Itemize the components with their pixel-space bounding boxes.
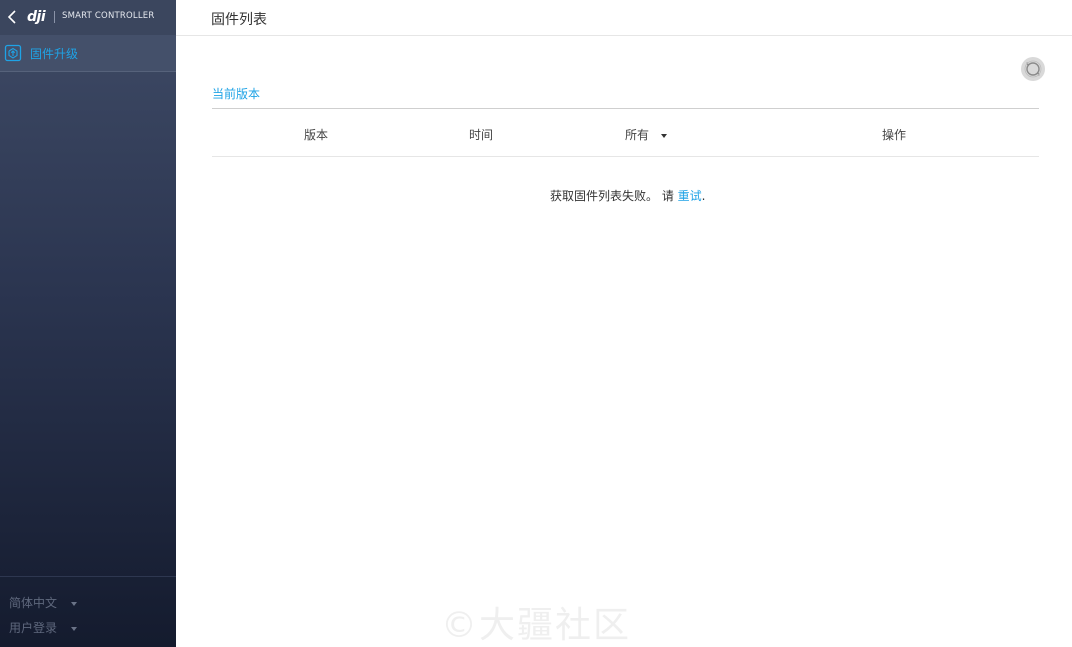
language-select-label: 简体中文: [9, 596, 58, 610]
column-header-version: 版本: [304, 128, 329, 142]
sidebar-item-firmware-upgrade[interactable]: 固件升级: [0, 35, 176, 72]
caret-down-icon: [661, 133, 668, 138]
dji-logo: dji: [27, 9, 46, 25]
language-select[interactable]: 简体中文: [9, 594, 78, 611]
load-error-text: 获取固件列表失败。 请: [550, 189, 678, 203]
sidebar: dji SMART CONTROLLER 固件升级 简体中文 用户登录: [0, 0, 176, 647]
main-content: 固件列表 当前版本 版本 时间 所有 操作 获取固件列表失败。 请 重试. ©大…: [176, 0, 1072, 647]
caret-down-icon: [71, 601, 78, 606]
user-login-select[interactable]: 用户登录: [9, 619, 78, 636]
sidebar-footer: 简体中文 用户登录: [0, 576, 176, 647]
column-filter-all[interactable]: 所有: [625, 126, 668, 143]
back-arrow-icon[interactable]: [6, 9, 18, 25]
user-login-label: 用户登录: [9, 621, 58, 635]
sidebar-header: dji SMART CONTROLLER: [0, 0, 176, 35]
filter-label: 所有: [625, 128, 650, 142]
firmware-box-icon: [4, 44, 22, 62]
retry-link[interactable]: 重试: [678, 189, 702, 203]
logo-divider: [54, 11, 55, 23]
column-header-time: 时间: [469, 128, 494, 142]
column-header-action: 操作: [882, 128, 907, 142]
caret-down-icon: [71, 626, 78, 631]
sidebar-item-label: 固件升级: [30, 47, 79, 61]
watermark: ©大疆社区: [441, 605, 632, 646]
product-name: SMART CONTROLLER: [62, 11, 155, 21]
load-error-suffix: .: [701, 189, 706, 203]
load-error-message: 获取固件列表失败。 请 重试.: [550, 187, 705, 204]
top-bar: 固件列表: [176, 0, 1072, 36]
refresh-icon: [1024, 60, 1042, 78]
current-version-title: 当前版本: [212, 87, 261, 101]
page-title: 固件列表: [211, 12, 267, 28]
refresh-button[interactable]: [1021, 57, 1045, 81]
firmware-table-header: 版本 时间 所有 操作: [212, 109, 1039, 157]
app-window: dji SMART CONTROLLER 固件升级 简体中文 用户登录 固件列表…: [0, 0, 1072, 647]
